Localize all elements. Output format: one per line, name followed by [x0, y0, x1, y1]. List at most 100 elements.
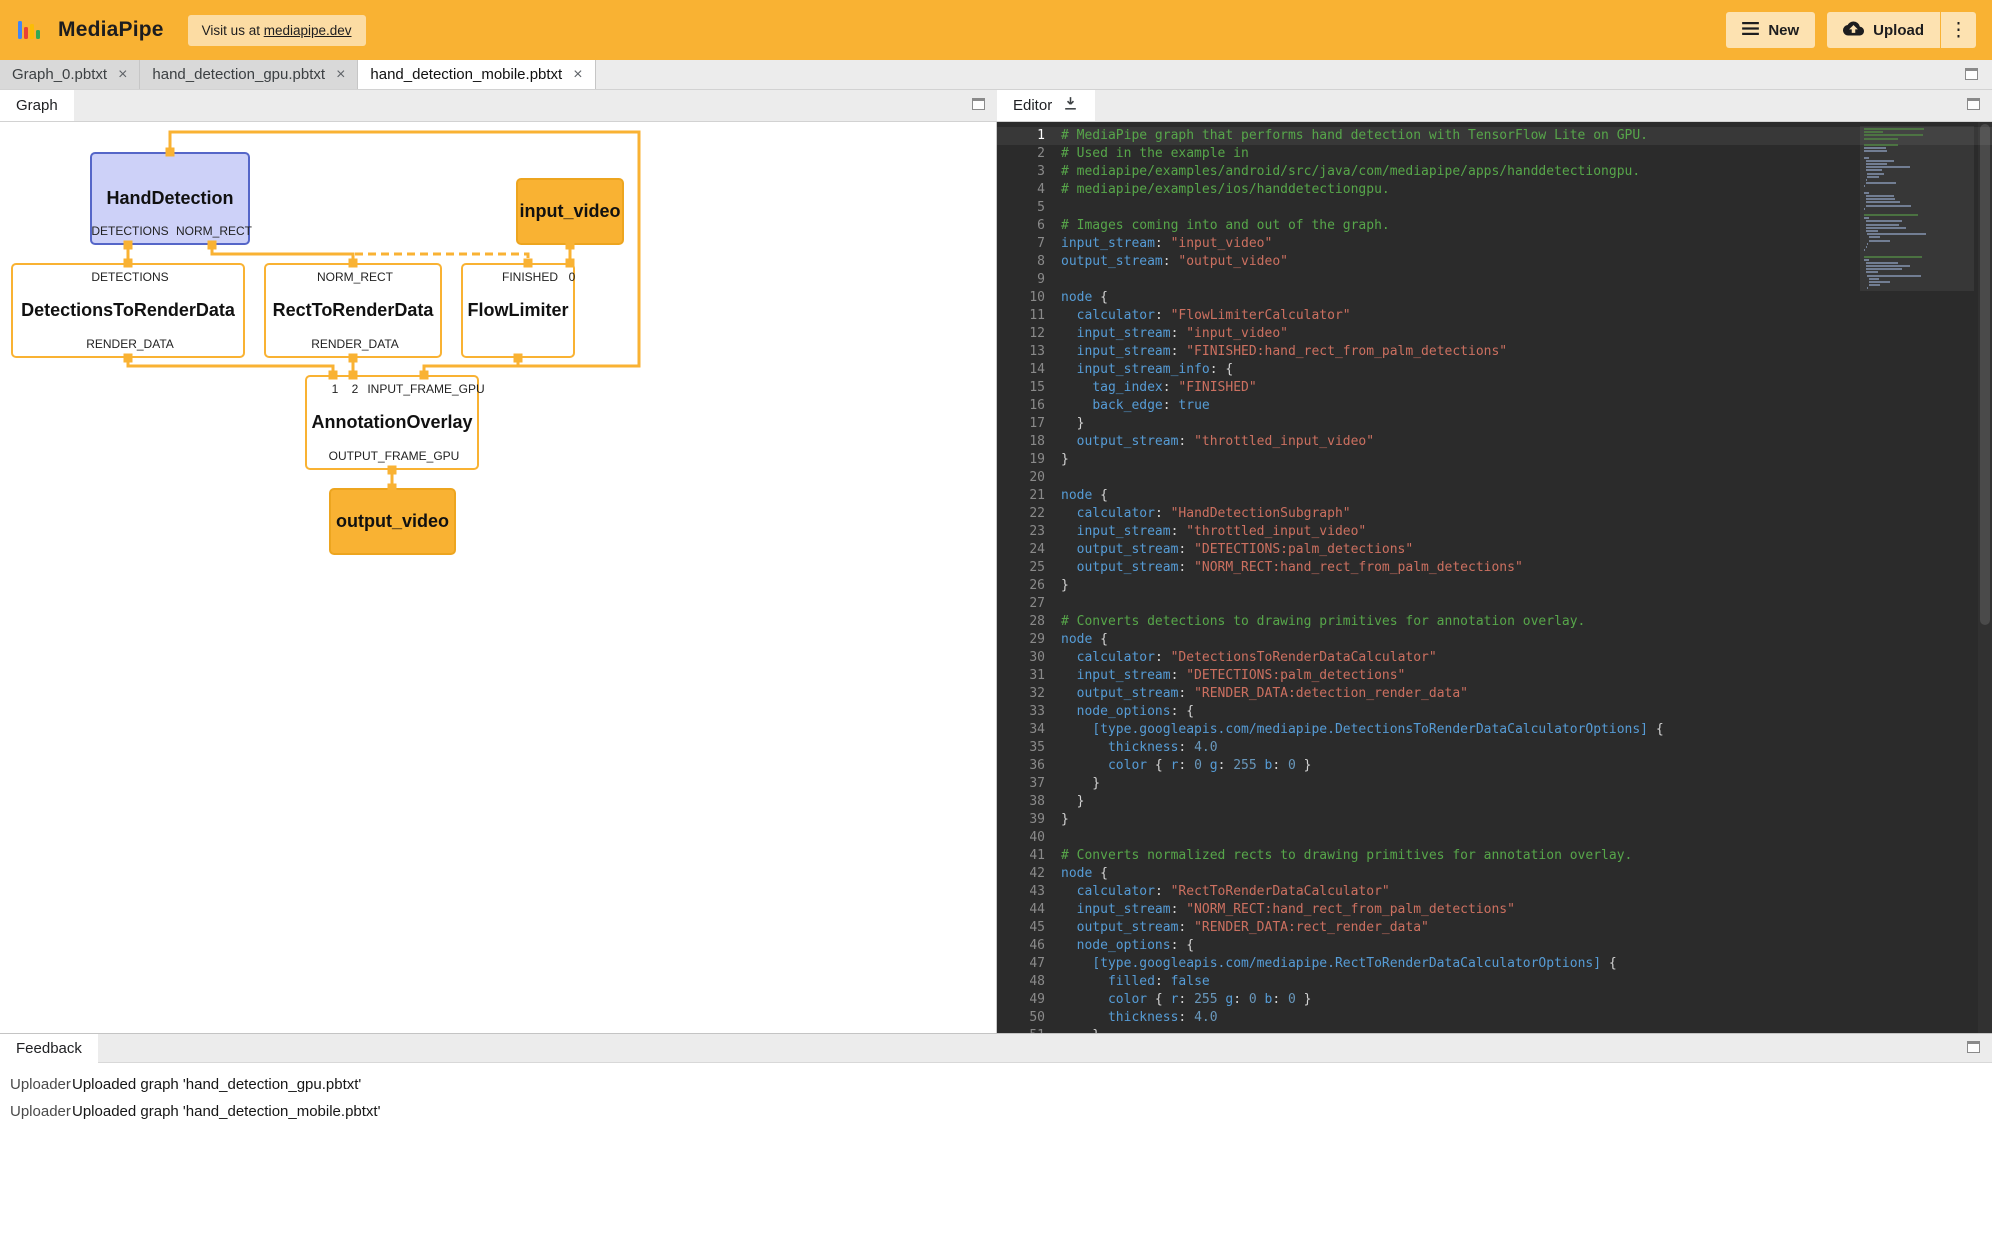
port-connector[interactable]: [388, 466, 397, 475]
port-connector[interactable]: [420, 371, 429, 380]
code-line[interactable]: 47 [type.googleapis.com/mediapipe.RectTo…: [997, 955, 1992, 973]
code-line[interactable]: 20: [997, 469, 1992, 487]
port-connector[interactable]: [524, 259, 533, 268]
code-line[interactable]: 10node {: [997, 289, 1992, 307]
mediapipe-dev-link[interactable]: mediapipe.dev: [264, 23, 352, 38]
code-line[interactable]: 34 [type.googleapis.com/mediapipe.Detect…: [997, 721, 1992, 739]
graph-node-AnnotationOverlay[interactable]: 12INPUT_FRAME_GPUOUTPUT_FRAME_GPUAnnotat…: [305, 375, 479, 470]
file-tab-hand_detection_gpu-pbtxt[interactable]: hand_detection_gpu.pbtxt×: [140, 60, 358, 89]
upload-button[interactable]: Upload: [1827, 12, 1940, 48]
graph-node-FlowLimiter[interactable]: FINISHED0FlowLimiter: [461, 263, 575, 358]
code-line[interactable]: 38 }: [997, 793, 1992, 811]
port-connector[interactable]: [329, 371, 338, 380]
port-connector[interactable]: [349, 354, 358, 363]
editor-minimap[interactable]: [1864, 128, 1970, 291]
port-connector[interactable]: [124, 354, 133, 363]
code-editor[interactable]: 1# MediaPipe graph that performs hand de…: [997, 122, 1992, 1033]
code-line[interactable]: 22 calculator: "HandDetectionSubgraph": [997, 505, 1992, 523]
tab-graph[interactable]: Graph: [0, 90, 74, 121]
graph-node-output_video[interactable]: output_video: [329, 488, 456, 555]
graph-node-HandDetection[interactable]: DETECTIONSNORM_RECTHandDetection: [90, 152, 250, 245]
graph-node-RectToRenderData[interactable]: NORM_RECTRENDER_DATARectToRenderData: [264, 263, 442, 358]
file-tab-hand_detection_mobile-pbtxt[interactable]: hand_detection_mobile.pbtxt×: [358, 60, 595, 89]
feedback-maximize-icon[interactable]: [1967, 1041, 1980, 1053]
code-line[interactable]: 21node {: [997, 487, 1992, 505]
code-line[interactable]: 24 output_stream: "DETECTIONS:palm_detec…: [997, 541, 1992, 559]
code-line[interactable]: 36 color { r: 0 g: 255 b: 0 }: [997, 757, 1992, 775]
port-connector[interactable]: [514, 354, 523, 363]
code-line[interactable]: 7input_stream: "input_video": [997, 235, 1992, 253]
code-line[interactable]: 26}: [997, 577, 1992, 595]
code-line[interactable]: 28# Converts detections to drawing primi…: [997, 613, 1992, 631]
code-line[interactable]: 46 node_options: {: [997, 937, 1992, 955]
code-line[interactable]: 1# MediaPipe graph that performs hand de…: [997, 127, 1992, 145]
port-connector[interactable]: [124, 241, 133, 250]
code-line[interactable]: 42node {: [997, 865, 1992, 883]
code-line[interactable]: 9: [997, 271, 1992, 289]
code-line[interactable]: 11 calculator: "FlowLimiterCalculator": [997, 307, 1992, 325]
editor-maximize-icon[interactable]: [1967, 98, 1980, 110]
code-line[interactable]: 5: [997, 199, 1992, 217]
port-connector[interactable]: [166, 148, 175, 157]
code-line[interactable]: 29node {: [997, 631, 1992, 649]
port-connector[interactable]: [124, 259, 133, 268]
code-line[interactable]: 15 tag_index: "FINISHED": [997, 379, 1992, 397]
code-line[interactable]: 25 output_stream: "NORM_RECT:hand_rect_f…: [997, 559, 1992, 577]
code-line[interactable]: 43 calculator: "RectToRenderDataCalculat…: [997, 883, 1992, 901]
code-line[interactable]: 8output_stream: "output_video": [997, 253, 1992, 271]
code-line[interactable]: 39}: [997, 811, 1992, 829]
close-icon[interactable]: ×: [118, 66, 127, 84]
code-line[interactable]: 35 thickness: 4.0: [997, 739, 1992, 757]
scrollbar-thumb[interactable]: [1980, 124, 1990, 625]
port-connector[interactable]: [566, 259, 575, 268]
tab-feedback[interactable]: Feedback: [0, 1034, 98, 1063]
port-label: FINISHED: [502, 270, 558, 284]
code-line[interactable]: 44 input_stream: "NORM_RECT:hand_rect_fr…: [997, 901, 1992, 919]
close-icon[interactable]: ×: [573, 66, 582, 84]
code-line[interactable]: 32 output_stream: "RENDER_DATA:detection…: [997, 685, 1992, 703]
code-line[interactable]: 18 output_stream: "throttled_input_video…: [997, 433, 1992, 451]
minimap-line: [1867, 233, 1925, 235]
code-line[interactable]: 4# mediapipe/examples/ios/handdetectiong…: [997, 181, 1992, 199]
code-line[interactable]: 17 }: [997, 415, 1992, 433]
code-line[interactable]: 48 filled: false: [997, 973, 1992, 991]
port-connector[interactable]: [349, 259, 358, 268]
port-connector[interactable]: [566, 241, 575, 250]
code-line[interactable]: 27: [997, 595, 1992, 613]
close-icon[interactable]: ×: [336, 66, 345, 84]
line-content: [1061, 829, 1069, 847]
code-line[interactable]: 33 node_options: {: [997, 703, 1992, 721]
download-icon[interactable]: [1062, 95, 1079, 116]
graph-node-input_video[interactable]: input_video: [516, 178, 624, 245]
code-line[interactable]: 37 }: [997, 775, 1992, 793]
code-line[interactable]: 3# mediapipe/examples/android/src/java/c…: [997, 163, 1992, 181]
code-line[interactable]: 6# Images coming into and out of the gra…: [997, 217, 1992, 235]
graph-maximize-icon[interactable]: [972, 98, 985, 110]
code-line[interactable]: 12 input_stream: "input_video": [997, 325, 1992, 343]
code-line[interactable]: 16 back_edge: true: [997, 397, 1992, 415]
editor-scrollbar[interactable]: [1978, 122, 1992, 1033]
upload-menu-button[interactable]: ⋮: [1941, 12, 1976, 48]
code-line[interactable]: 50 thickness: 4.0: [997, 1009, 1992, 1027]
code-line[interactable]: 49 color { r: 255 g: 0 b: 0 }: [997, 991, 1992, 1009]
code-line[interactable]: 13 input_stream: "FINISHED:hand_rect_fro…: [997, 343, 1992, 361]
node-title: output_video: [336, 511, 449, 532]
code-line[interactable]: 2# Used in the example in: [997, 145, 1992, 163]
maximize-icon[interactable]: [1965, 68, 1978, 80]
port-connector[interactable]: [388, 484, 397, 493]
tab-editor[interactable]: Editor: [997, 90, 1095, 121]
code-line[interactable]: 30 calculator: "DetectionsToRenderDataCa…: [997, 649, 1992, 667]
new-button[interactable]: New: [1726, 12, 1815, 48]
file-tab-Graph_0-pbtxt[interactable]: Graph_0.pbtxt×: [0, 60, 140, 89]
code-line[interactable]: 19}: [997, 451, 1992, 469]
graph-node-DetectionsToRenderData[interactable]: DETECTIONSRENDER_DATADetectionsToRenderD…: [11, 263, 245, 358]
code-line[interactable]: 23 input_stream: "throttled_input_video": [997, 523, 1992, 541]
code-line[interactable]: 41# Converts normalized rects to drawing…: [997, 847, 1992, 865]
graph-canvas[interactable]: DETECTIONSNORM_RECTHandDetection input_vi…: [0, 122, 997, 1033]
code-line[interactable]: 31 input_stream: "DETECTIONS:palm_detect…: [997, 667, 1992, 685]
port-connector[interactable]: [349, 371, 358, 380]
code-line[interactable]: 14 input_stream_info: {: [997, 361, 1992, 379]
code-line[interactable]: 40: [997, 829, 1992, 847]
code-line[interactable]: 45 output_stream: "RENDER_DATA:rect_rend…: [997, 919, 1992, 937]
port-connector[interactable]: [208, 241, 217, 250]
